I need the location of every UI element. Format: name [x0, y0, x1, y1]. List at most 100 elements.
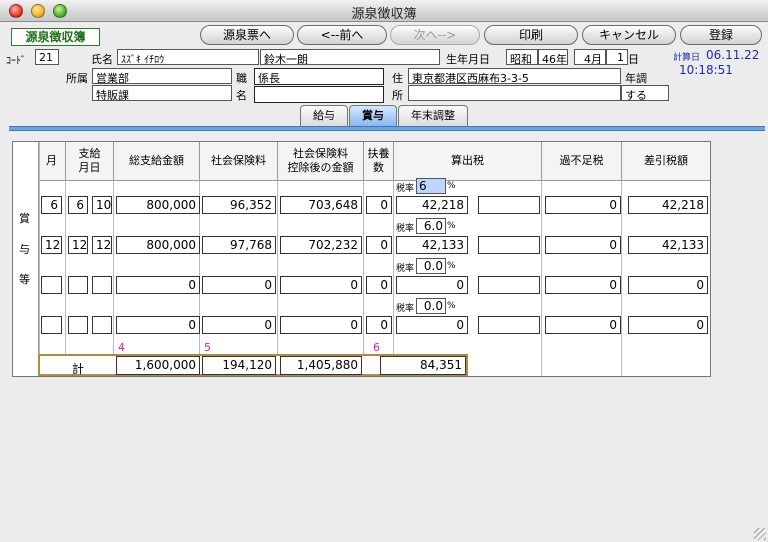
address-label-1: 住	[392, 72, 403, 85]
month-input[interactable]	[41, 276, 62, 294]
tax-extra-input[interactable]	[478, 276, 540, 294]
to-gensen-button[interactable]: 源泉票へ	[200, 25, 294, 45]
after-deduction-input[interactable]: 0	[280, 316, 362, 334]
calculated-tax-input[interactable]: 0	[396, 276, 468, 294]
total-pay-input[interactable]: 0	[116, 316, 200, 334]
header-dep-line2: 数	[373, 161, 384, 174]
code-field[interactable]: 21	[35, 49, 59, 65]
header-dependents: 扶養数	[364, 142, 394, 181]
net-tax-input[interactable]: 0	[628, 276, 708, 294]
birth-day-field[interactable]: 1	[606, 49, 628, 65]
net-tax-input[interactable]: 42,218	[628, 196, 708, 214]
window-resize-handle[interactable]	[754, 528, 766, 540]
social-insurance-input[interactable]: 0	[202, 316, 276, 334]
mark-total: 4	[118, 341, 125, 354]
header-pay-day: 支給 月日	[66, 142, 114, 181]
over-under-tax-input[interactable]: 0	[545, 316, 621, 334]
name-field[interactable]: 鈴木一朗	[260, 49, 440, 65]
column-divider	[621, 181, 622, 376]
pay-month-input[interactable]	[68, 316, 88, 334]
header-after-line1: 社会保険料	[293, 147, 348, 160]
position-label-1: 職	[236, 72, 247, 85]
tab-divider	[9, 126, 765, 131]
name-label: 氏名	[91, 53, 113, 66]
total-pay-input[interactable]: 800,000	[116, 236, 200, 254]
pay-day-input[interactable]	[92, 276, 112, 294]
tax-rate-label: 税率	[396, 224, 415, 234]
tax-rate-input[interactable]: 0.0	[416, 258, 446, 274]
birth-year-field[interactable]: 46年	[538, 49, 568, 65]
month-input[interactable]: 12	[41, 236, 62, 254]
tab-year-end-adjustment[interactable]: 年末調整	[398, 105, 468, 126]
header-pay-day-line2: 月日	[78, 161, 101, 174]
address-field[interactable]: 東京都港区西麻布3-3-5	[408, 68, 621, 84]
social-insurance-input[interactable]: 0	[202, 276, 276, 294]
calculated-tax-input[interactable]: 0	[396, 316, 468, 334]
calculated-tax-input[interactable]: 42,133	[396, 236, 468, 254]
header-dep-line1: 扶養	[367, 147, 390, 160]
pay-day-input[interactable]: 10	[92, 196, 112, 214]
social-insurance-input[interactable]: 96,352	[202, 196, 276, 214]
net-tax-input[interactable]: 42,133	[628, 236, 708, 254]
birthdate-label: 生年月日	[446, 53, 490, 66]
pay-month-input[interactable]: 6	[68, 196, 88, 214]
column-divider	[363, 181, 364, 376]
window-title: 源泉徴収簿	[351, 7, 417, 22]
over-under-tax-input[interactable]: 0	[545, 196, 621, 214]
kana-name-field[interactable]: ｽｽﾞｷ ｲﾁﾛｳ	[117, 49, 259, 65]
percent-sign: %	[447, 261, 456, 271]
year-end-adjust-field[interactable]: する	[621, 85, 669, 101]
dependents-input[interactable]: 0	[366, 316, 392, 334]
social-insurance-input[interactable]: 97,768	[202, 236, 276, 254]
tax-extra-input[interactable]	[478, 236, 540, 254]
percent-sign: %	[447, 221, 456, 231]
percent-sign: %	[447, 301, 456, 311]
tax-rate-input[interactable]: 6.0	[416, 218, 446, 234]
after-deduction-sum: 1,405,880	[280, 356, 362, 375]
net-tax-input[interactable]: 0	[628, 316, 708, 334]
year-end-adjust-label: 年調	[625, 72, 647, 85]
dependents-input[interactable]: 0	[366, 276, 392, 294]
column-divider	[541, 181, 542, 376]
tax-extra-input[interactable]	[478, 196, 540, 214]
total-pay-input[interactable]: 800,000	[116, 196, 200, 214]
prev-button[interactable]: <--前へ	[297, 25, 387, 45]
tax-rate-label: 税率	[396, 304, 415, 314]
address-field-2[interactable]	[408, 85, 621, 101]
after-deduction-input[interactable]: 0	[280, 276, 362, 294]
pay-day-input[interactable]: 12	[92, 236, 112, 254]
calculated-tax-input[interactable]: 42,218	[396, 196, 468, 214]
percent-sign: %	[447, 181, 456, 191]
register-button[interactable]: 登録	[680, 25, 762, 45]
pay-day-input[interactable]	[92, 316, 112, 334]
next-button[interactable]: 次へ-->	[390, 25, 480, 45]
tax-extra-input[interactable]	[478, 316, 540, 334]
dependents-input[interactable]: 0	[366, 196, 392, 214]
total-pay-input[interactable]: 0	[116, 276, 200, 294]
month-input[interactable]	[41, 316, 62, 334]
pay-month-input[interactable]	[68, 276, 88, 294]
cancel-button[interactable]: キャンセル	[582, 25, 676, 45]
position-field-2[interactable]	[254, 86, 384, 103]
department-label: 所属	[66, 72, 88, 85]
tab-bonus[interactable]: 賞与	[349, 105, 397, 126]
era-field[interactable]: 昭和	[506, 49, 538, 65]
dependents-input[interactable]: 0	[366, 236, 392, 254]
tab-salary[interactable]: 給与	[300, 105, 348, 126]
over-under-tax-input[interactable]: 0	[545, 236, 621, 254]
position-field[interactable]: 係長	[254, 68, 384, 85]
tax-rate-input[interactable]: 6	[416, 178, 446, 194]
after-deduction-input[interactable]: 703,648	[280, 196, 362, 214]
over-under-tax-input[interactable]: 0	[545, 276, 621, 294]
column-divider	[65, 181, 66, 376]
month-input[interactable]: 6	[41, 196, 62, 214]
tax-rate-input[interactable]: 0.0	[416, 298, 446, 314]
side-label-3: 等	[19, 273, 30, 286]
section-field[interactable]: 特販課	[92, 85, 232, 101]
print-button[interactable]: 印刷	[484, 25, 578, 45]
after-deduction-input[interactable]: 702,232	[280, 236, 362, 254]
birth-month-field[interactable]: 4月	[574, 49, 606, 65]
pay-month-input[interactable]: 12	[68, 236, 88, 254]
column-divider	[277, 181, 278, 376]
department-field[interactable]: 営業部	[92, 68, 232, 84]
